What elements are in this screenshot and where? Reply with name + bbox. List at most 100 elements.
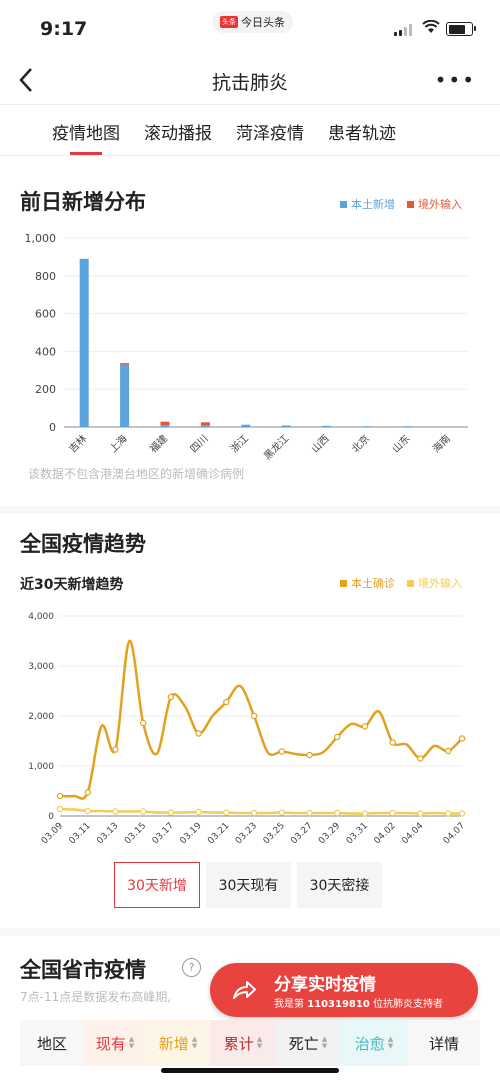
data-point[interactable] (195, 808, 202, 816)
x-tick-label: 黑龙江 (261, 432, 291, 462)
sort-icon[interactable]: ▲ ▼ (129, 1036, 134, 1050)
data-point[interactable] (278, 809, 285, 816)
data-point[interactable] (444, 747, 452, 755)
data-point[interactable] (334, 809, 341, 817)
supporter-count: 110319810 (307, 999, 370, 1010)
y-tick-label: 400 (35, 345, 56, 358)
column-header[interactable]: 详情 (408, 1020, 480, 1066)
bar-local[interactable] (443, 426, 453, 427)
bar-local[interactable] (241, 424, 251, 427)
bar-local[interactable] (120, 364, 130, 427)
data-point[interactable] (306, 809, 313, 817)
data-point[interactable] (306, 751, 313, 759)
bar-import[interactable] (200, 422, 210, 426)
bar-import[interactable] (120, 363, 130, 365)
x-tick-label: 浙江 (228, 433, 251, 456)
data-point[interactable] (250, 712, 258, 720)
tab-map[interactable]: 疫情地图 (52, 105, 120, 155)
btn-30day-new[interactable]: 30天新增 (114, 862, 200, 908)
section-title-distribution: 前日新增分布 (20, 190, 146, 214)
column-header[interactable]: 现有 ▲ ▼ (84, 1020, 146, 1066)
data-point[interactable] (417, 755, 424, 762)
question-icon[interactable]: ? (182, 958, 201, 977)
data-hint: 7点-11点是数据发布高峰期, (20, 990, 172, 1004)
share-button[interactable]: 分享实时疫情 我是第 110319810 位抗肺炎支持者 (210, 963, 478, 1017)
bar-local[interactable] (281, 425, 291, 427)
bar-local[interactable] (200, 425, 210, 427)
column-header[interactable]: 新增 ▲ ▼ (146, 1020, 210, 1066)
column-header-label: 地区 (36, 1034, 67, 1053)
data-point[interactable] (139, 808, 147, 815)
column-header[interactable]: 地区 (20, 1020, 84, 1066)
btn-30day-current[interactable]: 30天现有 (206, 862, 291, 908)
share-label: 分享实时疫情 (274, 975, 376, 995)
province-table-header: 地区 现有 ▲ ▼ 新增 ▲ ▼ 累计 ▲ ▼ 死亡 ▲ ▼ 治愈 ▲ ▼ 详情 (20, 1020, 480, 1066)
bar-local[interactable] (402, 426, 412, 427)
app-logo: 头条 (220, 16, 238, 28)
column-header-label: 死亡 (288, 1034, 319, 1053)
data-point[interactable] (389, 809, 396, 817)
data-point[interactable] (84, 789, 91, 796)
data-point[interactable] (458, 810, 466, 817)
data-point[interactable] (139, 719, 147, 727)
share-subtext: 我是第 110319810 位抗肺炎支持者 (274, 999, 443, 1010)
data-point[interactable] (250, 809, 258, 817)
data-point[interactable] (195, 730, 202, 737)
data-point[interactable] (389, 739, 396, 746)
sort-icon[interactable]: ▲ ▼ (388, 1036, 393, 1050)
x-tick-label: 04.04 (400, 821, 425, 846)
data-point[interactable] (361, 723, 369, 730)
column-header[interactable]: 治愈 ▲ ▼ (340, 1020, 408, 1066)
data-point[interactable] (417, 810, 424, 817)
trend-subtitle: 近30天新增趋势 (20, 577, 124, 593)
bar-import[interactable] (160, 421, 170, 426)
data-point[interactable] (223, 698, 230, 706)
data-point[interactable] (361, 810, 369, 817)
data-point[interactable] (167, 693, 175, 701)
x-tick-label: 上海 (106, 432, 129, 455)
y-tick-label: 1,000 (28, 762, 54, 772)
x-tick-label: 吉林 (66, 432, 89, 455)
x-tick-label: 03.21 (206, 821, 231, 846)
section-title-trend: 全国疫情趋势 (20, 532, 146, 556)
data-point[interactable] (444, 810, 452, 817)
sort-icon[interactable]: ▲ ▼ (192, 1036, 197, 1050)
battery-icon (446, 22, 476, 36)
data-point[interactable] (458, 735, 466, 742)
bar-local[interactable] (79, 258, 89, 427)
bar-legend: 本土新增 境外输入 (340, 196, 462, 212)
data-point[interactable] (112, 808, 119, 815)
sort-icon[interactable]: ▲ ▼ (257, 1036, 262, 1050)
x-tick-label: 山西 (309, 433, 332, 456)
bar-local[interactable] (160, 425, 170, 427)
data-point[interactable] (278, 748, 285, 755)
column-header[interactable]: 累计 ▲ ▼ (210, 1020, 276, 1066)
bar-local[interactable] (322, 425, 332, 427)
data-point[interactable] (56, 792, 64, 800)
x-tick-label: 03.17 (151, 821, 176, 846)
btn-30day-contacts[interactable]: 30天密接 (297, 862, 382, 908)
data-point[interactable] (112, 746, 119, 753)
data-point[interactable] (84, 807, 91, 815)
y-tick-label: 800 (35, 270, 56, 283)
data-point[interactable] (56, 805, 64, 813)
x-tick-label: 海南 (430, 432, 453, 455)
more-dots-icon[interactable]: ••• (435, 68, 476, 92)
y-tick-label: 0 (49, 421, 56, 434)
data-point[interactable] (223, 809, 230, 816)
y-tick-label: 2,000 (28, 712, 54, 722)
data-point[interactable] (334, 733, 341, 741)
app-indicator[interactable]: 头条 今日头条 (212, 11, 293, 33)
page-title: 抗击肺炎 (211, 72, 288, 94)
tab-rolling-news[interactable]: 滚动播报 (144, 105, 212, 155)
x-tick-label: 山东 (389, 432, 412, 455)
legend-import-line: 境外输入 (418, 577, 462, 590)
tab-heze[interactable]: 菏泽疫情 (236, 105, 304, 155)
sort-icon[interactable]: ▲ ▼ (322, 1036, 327, 1050)
legend-import: 境外输入 (418, 198, 462, 211)
bar-local[interactable] (362, 426, 372, 427)
tab-patient-track[interactable]: 患者轨迹 (328, 105, 396, 155)
data-point[interactable] (167, 809, 175, 816)
column-header[interactable]: 死亡 ▲ ▼ (276, 1020, 340, 1066)
y-tick-label: 200 (35, 383, 56, 396)
